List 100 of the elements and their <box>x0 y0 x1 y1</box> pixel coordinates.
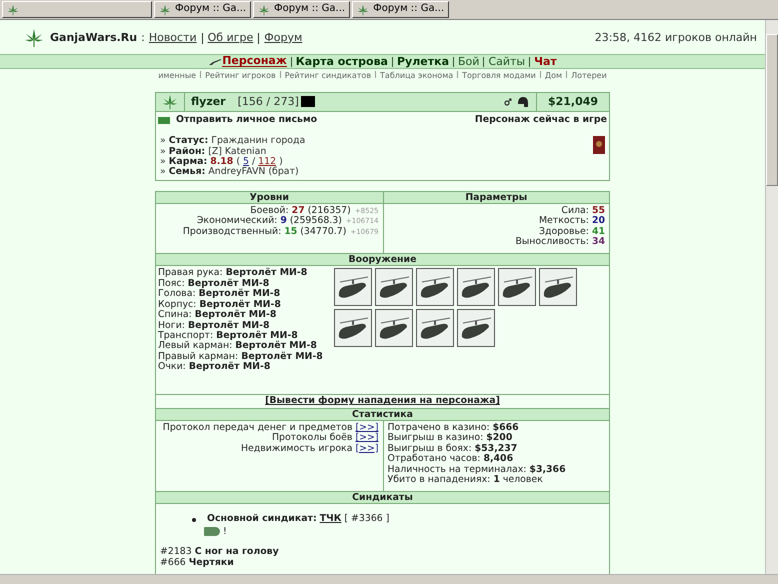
redacted-block <box>300 96 315 108</box>
parameter-label: Сила: <box>561 206 589 216</box>
subnav-link[interactable]: Торговля модами <box>462 71 536 82</box>
field-value: / <box>252 157 256 168</box>
equipment-line: Корпус: Вертолёт МИ-8 <box>158 300 282 310</box>
nav-link[interactable]: Рулетка <box>396 56 449 67</box>
item-slot[interactable] <box>457 268 495 306</box>
leaf-icon <box>162 94 178 110</box>
item-slot[interactable] <box>375 309 413 348</box>
leaf-icon <box>24 28 44 48</box>
field-label: Статус: <box>168 136 208 146</box>
browser-tab[interactable]: Форум :: Ga... <box>352 1 450 18</box>
equipment-line: Пояс: Вертолёт МИ-8 <box>158 278 270 289</box>
attack-form-link[interactable]: [Вывести форму нападения на персонажа] <box>265 395 500 406</box>
karma-link[interactable]: 5 <box>243 157 249 168</box>
protocol-link[interactable]: [>>] <box>355 422 378 434</box>
passport-icon <box>593 136 605 154</box>
syndicate-link[interactable]: ТЧК <box>320 514 342 525</box>
syndicate-line: #2183 С ног на голову <box>160 547 280 558</box>
badge-note: ! <box>223 526 227 538</box>
player-name: flyzer <box>191 96 226 108</box>
karma-link[interactable]: 112 <box>258 157 276 168</box>
item-slot[interactable] <box>375 268 413 306</box>
field-label: Район: <box>168 146 206 157</box>
subnav-link[interactable]: Дом <box>544 71 562 82</box>
protocol-label: Протокол передач денег и предметов <box>162 422 352 433</box>
field-value: [Z] Katenian <box>208 146 266 157</box>
parameter-value: 41 <box>592 226 605 237</box>
syndicate-line: #666 Чертяки <box>160 558 235 568</box>
field-value: » <box>160 157 166 168</box>
item-slot[interactable] <box>416 268 454 306</box>
syndicate-badge-icon <box>204 527 220 536</box>
parameter-value: 55 <box>592 206 605 216</box>
subnav-link[interactable]: Таблица эконома <box>380 71 454 82</box>
protocol-link[interactable]: [>>] <box>355 433 378 444</box>
syndicate-label: Основной синдикат: <box>207 514 317 525</box>
parameter-label: Выносливость: <box>515 237 589 248</box>
leaf-icon <box>159 4 171 16</box>
statistic-line: Убито в нападениях: 1 человек <box>388 474 543 486</box>
equipment-line: Правая рука: Вертолёт МИ-8 <box>158 268 308 278</box>
item-slot[interactable] <box>416 309 454 348</box>
section-header: Уровни <box>156 192 382 204</box>
header-link[interactable]: Новости <box>148 32 197 44</box>
item-slot[interactable] <box>539 268 577 306</box>
field-label: Семья: <box>168 167 206 178</box>
field-label: Карма: <box>168 157 208 168</box>
browser-tab[interactable]: Форум :: Ga... <box>154 1 252 18</box>
section-header: Синдикаты <box>156 491 609 504</box>
header-link[interactable]: Об игре <box>208 32 254 44</box>
protocol-label: Недвижимость игрока <box>240 444 352 454</box>
statistic-line: Наличность на терминалах: $3,366 <box>388 464 566 474</box>
nav-link[interactable]: Персонаж <box>222 56 287 68</box>
protocol-label: Протоколы боёв <box>272 433 352 444</box>
send-message-link[interactable]: Отправить личное письмо <box>176 114 318 126</box>
subnav-link[interactable]: Рейтинг синдикатов <box>284 71 372 82</box>
subnav-link[interactable]: Рейтинг игроков <box>205 71 276 82</box>
item-slot[interactable] <box>334 309 372 348</box>
site-name: GanjaWars.Ru <box>50 32 138 44</box>
protocol-link[interactable]: [>>] <box>355 444 378 454</box>
field-value: AndreyFAVN (брат) <box>208 167 299 178</box>
field-value: Гражданин города <box>211 136 306 146</box>
nav-link[interactable]: Чат <box>534 56 557 67</box>
field-value: » <box>160 146 166 158</box>
statistic-line: Потрачено в казино: $666 <box>388 422 519 433</box>
nav-link[interactable]: Бой <box>458 56 480 67</box>
level-label: Экономический: <box>196 216 278 226</box>
syndicate-id: [ #3366 ] <box>344 514 390 525</box>
equipment-line: Спина: Вертолёт МИ-8 <box>158 310 278 320</box>
helmet-icon <box>516 94 530 109</box>
equipment-line: Левый карман: Вертолёт МИ-8 <box>158 341 318 352</box>
scrollbar-thumb[interactable] <box>766 34 778 186</box>
browser-tab[interactable]: Форум :: Ga... <box>253 1 350 18</box>
browser-tab[interactable] <box>2 1 152 18</box>
header-link[interactable]: Форум <box>264 32 302 44</box>
field-value: ) <box>279 157 283 168</box>
leaf-icon <box>7 4 19 16</box>
equipment-line: Правый карман: Вертолёт МИ-8 <box>158 352 324 362</box>
nav-link[interactable]: Сайты <box>488 56 526 67</box>
statistic-line: Отработано часов: 8,406 <box>388 454 514 464</box>
level-label: Боевой: <box>250 206 289 216</box>
section-header: Статистика <box>156 408 609 421</box>
health-text: [156 / 273] <box>238 96 299 108</box>
item-slot[interactable] <box>457 309 495 348</box>
money-amount: $21,049 <box>548 96 598 108</box>
equipment-line: Голова: Вертолёт МИ-8 <box>158 289 282 300</box>
male-sign-icon <box>504 98 512 106</box>
leaf-icon <box>357 4 370 16</box>
nav-link[interactable]: Карта острова <box>296 56 388 67</box>
statistic-line: Выигрыш в боях: $53,237 <box>388 444 518 454</box>
leaf-icon <box>258 4 270 16</box>
item-slot[interactable] <box>334 268 372 306</box>
level-label: Производственный: <box>182 226 282 238</box>
subnav-link[interactable]: Лотереи <box>571 71 607 82</box>
equipment-line: Транспорт: Вертолёт МИ-8 <box>158 330 299 341</box>
equipment-line: Ноги: Вертолёт МИ-8 <box>158 320 271 330</box>
field-value: 8.18 <box>210 157 234 168</box>
subnav-link[interactable]: именные <box>158 71 196 82</box>
statistic-line: Выигрыш в казино: $200 <box>388 433 512 444</box>
online-status: 23:58, 4162 игроков онлайн <box>594 32 757 44</box>
item-slot[interactable] <box>498 268 536 306</box>
